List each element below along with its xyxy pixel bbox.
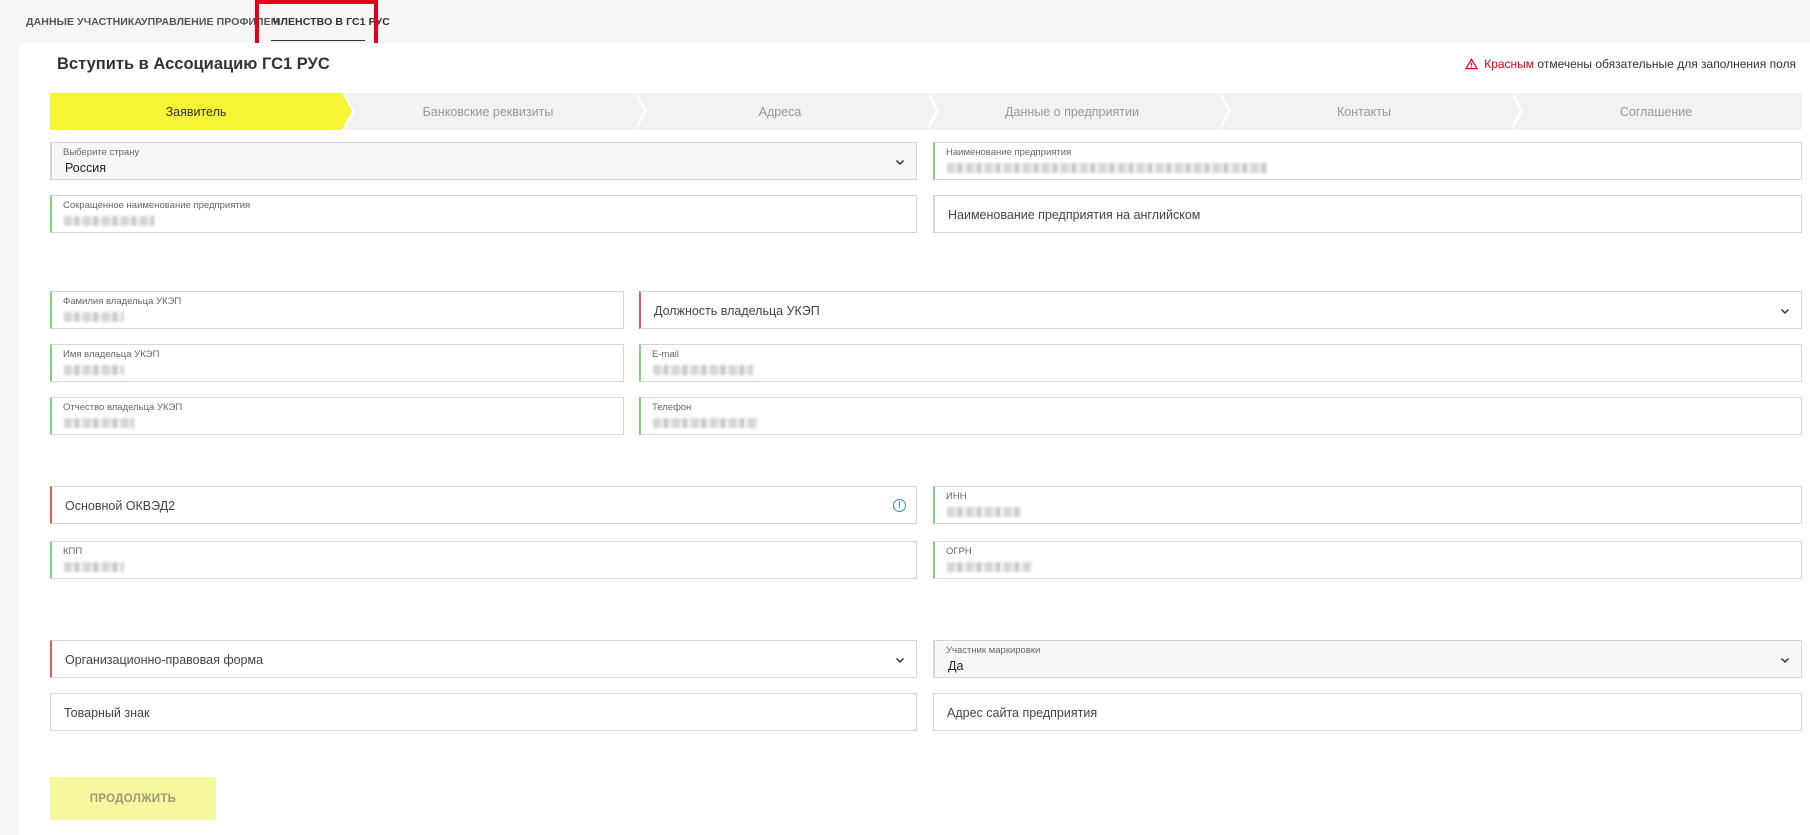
owner-last-name-field[interactable]: Фамилия владельца УКЭП xyxy=(50,291,624,329)
trademark-placeholder: Товарный знак xyxy=(64,706,150,720)
redacted-value xyxy=(947,163,1267,173)
website-placeholder: Адрес сайта предприятия xyxy=(947,706,1098,720)
info-icon[interactable]: ! xyxy=(893,499,906,512)
redacted-value xyxy=(64,562,124,572)
marking-participant-value: Да xyxy=(948,659,964,673)
chevron-down-icon xyxy=(895,657,905,664)
country-label: Выберите страну xyxy=(63,147,140,158)
marking-participant-select[interactable]: Участник маркировки Да xyxy=(933,640,1802,678)
owner-patronymic-field[interactable]: Отчество владельца УКЭП xyxy=(50,397,624,435)
step-bank-details[interactable]: Банковские реквизиты xyxy=(342,93,647,130)
redacted-value xyxy=(653,365,753,375)
short-name-label: Сокращенное наименование предприятия xyxy=(63,200,251,211)
phone-label: Телефон xyxy=(652,402,692,413)
marking-participant-label: Участник маркировки xyxy=(946,645,1041,656)
owner-first-name-label: Имя владельца УКЭП xyxy=(63,349,160,360)
chevron-down-icon xyxy=(1780,657,1790,664)
step-company-data[interactable]: Данные о предприятии xyxy=(926,93,1231,130)
tab-participant-data[interactable]: ДАННЫЕ УЧАСТНИКА xyxy=(26,16,142,28)
step-contacts[interactable]: Контакты xyxy=(1218,93,1523,130)
redacted-value xyxy=(947,562,1032,572)
trademark-field[interactable]: Товарный знак xyxy=(50,693,917,731)
ogrn-label: ОГРН xyxy=(946,546,972,557)
redacted-value xyxy=(64,418,134,428)
ogrn-field[interactable]: ОГРН xyxy=(933,541,1802,579)
redacted-value xyxy=(653,418,758,428)
step-addresses[interactable]: Адреса xyxy=(634,93,939,130)
owner-patronymic-label: Отчество владельца УКЭП xyxy=(63,402,183,413)
company-name-label: Наименование предприятия xyxy=(946,147,1072,158)
country-value: Россия xyxy=(65,161,106,175)
english-name-placeholder: Наименование предприятия на английском xyxy=(948,208,1201,222)
step-agreement[interactable]: Соглашение xyxy=(1510,93,1802,130)
email-label: E-mail xyxy=(652,349,679,360)
legal-form-select[interactable]: Организационно-правовая форма xyxy=(50,640,917,678)
redacted-value xyxy=(947,507,1022,517)
email-field[interactable]: E-mail xyxy=(639,344,1802,382)
required-fields-note: Красным отмечены обязательные для заполн… xyxy=(1465,57,1796,71)
redacted-value xyxy=(64,365,124,375)
page-title: Вступить в Ассоциацию ГС1 РУС xyxy=(57,55,330,73)
chevron-down-icon xyxy=(895,159,905,166)
country-select[interactable]: Выберите страну Россия xyxy=(50,142,917,180)
inn-field[interactable]: ИНН xyxy=(933,486,1802,524)
required-note-text: отмечены обязательные для заполнения пол… xyxy=(1537,57,1796,71)
owner-first-name-field[interactable]: Имя владельца УКЭП xyxy=(50,344,624,382)
legal-form-placeholder: Организационно-правовая форма xyxy=(65,653,264,667)
owner-position-placeholder: Должность владельца УКЭП xyxy=(654,304,820,318)
inn-label: ИНН xyxy=(946,491,967,502)
wizard-steps: Заявитель Банковские реквизиты Адреса Да… xyxy=(50,93,1802,130)
kpp-field[interactable]: КПП xyxy=(50,541,917,579)
short-name-field[interactable]: Сокращенное наименование предприятия xyxy=(50,195,917,233)
redacted-value xyxy=(64,216,154,226)
chevron-down-icon xyxy=(1780,308,1790,315)
owner-last-name-label: Фамилия владельца УКЭП xyxy=(63,296,182,307)
step-applicant[interactable]: Заявитель xyxy=(50,93,355,130)
company-name-field[interactable]: Наименование предприятия xyxy=(933,142,1802,180)
continue-button[interactable]: ПРОДОЛЖИТЬ xyxy=(50,777,216,820)
okved-placeholder: Основной ОКВЭД2 xyxy=(65,499,176,513)
okved-field[interactable]: Основной ОКВЭД2 ! xyxy=(50,486,917,524)
website-field[interactable]: Адрес сайта предприятия xyxy=(933,693,1802,731)
owner-position-select[interactable]: Должность владельца УКЭП xyxy=(639,291,1802,329)
warning-icon xyxy=(1465,58,1479,70)
english-name-field[interactable]: Наименование предприятия на английском xyxy=(933,195,1802,233)
phone-field[interactable]: Телефон xyxy=(639,397,1802,435)
redacted-value xyxy=(64,312,124,322)
kpp-label: КПП xyxy=(63,546,83,557)
required-note-red: Красным xyxy=(1484,57,1535,71)
